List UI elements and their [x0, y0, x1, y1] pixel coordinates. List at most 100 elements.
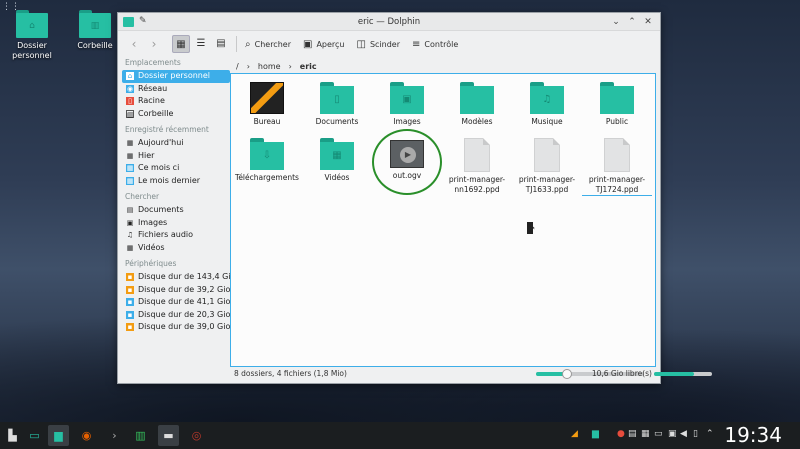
- network-icon: ◉: [126, 84, 134, 93]
- record-tray-icon[interactable]: ●: [617, 429, 625, 439]
- sidebar-item-disk[interactable]: ▪ Disque dur de 143,4 Gio: [122, 271, 235, 284]
- sidebar-section-title: Chercher: [125, 192, 160, 201]
- breadcrumb: / › home › eric: [232, 58, 656, 74]
- folder-tray-icon[interactable]: ▆: [592, 429, 599, 439]
- sidebar-section-title: Périphériques: [125, 259, 177, 268]
- sidebar-item-label: Le mois dernier: [138, 175, 201, 185]
- sidebar-item-disk[interactable]: ▪ Disque dur de 41,1 Gio: [122, 296, 230, 309]
- documents-folder-icon: ▯: [320, 82, 354, 114]
- expand-tray-icon[interactable]: ⌃: [706, 429, 714, 439]
- file-name: Public: [605, 117, 629, 126]
- sidebar-item-disk[interactable]: ▪ Disque dur de 39,0 Gio: [122, 321, 230, 334]
- toolbar-divider: [236, 36, 237, 52]
- clipboard-tray-icon[interactable]: ▤: [628, 429, 637, 439]
- file-name: print-manager-TJ1633.ppd: [518, 175, 576, 194]
- minimize-icon[interactable]: ⌃: [626, 16, 638, 28]
- breadcrumb-root[interactable]: /: [236, 62, 239, 71]
- file-item-downloads[interactable]: ⇩ Téléchargements: [232, 138, 302, 183]
- app-tray-icon[interactable]: ◢: [571, 429, 578, 439]
- sidebar-item-disk[interactable]: ▪ Disque dur de 39,2 Gio: [122, 284, 230, 297]
- sidebar-item-network[interactable]: ◉ Réseau: [122, 83, 230, 96]
- firefox-icon[interactable]: ◉: [76, 425, 97, 446]
- close-icon[interactable]: ✕: [642, 16, 654, 28]
- breadcrumb-current[interactable]: eric: [300, 62, 317, 71]
- annotation-circle: [372, 129, 442, 195]
- file-item-bureau[interactable]: Bureau: [232, 82, 302, 127]
- zoom-slider-handle[interactable]: [562, 369, 572, 379]
- keyboard-tray-icon[interactable]: ▦: [641, 429, 650, 439]
- file-item-public[interactable]: Public: [582, 82, 652, 127]
- file-name: Images: [393, 117, 421, 126]
- compact-view-button[interactable]: ☰: [192, 35, 210, 53]
- toolbar: ‹ › ▦ ☰ ▤ ⌕ Chercher ▣ Aperçu ◫ Scinder ≡ Co…: [118, 31, 660, 57]
- file-item-ppd[interactable]: print-manager-nn1692.ppd: [442, 138, 512, 195]
- downloads-folder-icon: ⇩: [250, 138, 284, 170]
- sidebar-item-images[interactable]: ▣ Images: [122, 217, 230, 230]
- sidebar-item-label: Disque dur de 143,4 Gio: [138, 272, 236, 281]
- video-icon: ▦: [126, 243, 134, 252]
- sidebar-item-root[interactable]: ▯ Racine: [122, 95, 230, 108]
- public-folder-icon: [600, 82, 634, 114]
- root-folder-icon: ▯: [126, 97, 134, 105]
- file-item-videos[interactable]: ▦ Vidéos: [302, 138, 372, 183]
- window-menu-icon[interactable]: ⌄: [610, 16, 622, 28]
- control-button[interactable]: ≡ Contrôle: [408, 34, 462, 54]
- hard-disk-icon: ▪: [126, 323, 134, 331]
- music-icon: ♫: [126, 231, 134, 239]
- file-view[interactable]: Bureau ▯ Documents ▣ Images Modèles ♫ Mu…: [230, 73, 656, 367]
- file-item-music[interactable]: ♫ Musique: [512, 82, 582, 127]
- search-button[interactable]: ⌕ Chercher: [241, 34, 295, 54]
- free-space-text: 10,6 Gio libre(s): [591, 369, 652, 378]
- file-item-images[interactable]: ▣ Images: [372, 82, 442, 127]
- file-item-ppd[interactable]: print-manager-TJ1633.ppd: [512, 138, 582, 195]
- sidebar-item-videos[interactable]: ▦ Vidéos: [122, 242, 230, 255]
- ppd-file-icon: [534, 138, 560, 172]
- sidebar-item-disk[interactable]: ▪ Disque dur de 20,3 Gio: [122, 309, 230, 322]
- display-tray-icon[interactable]: ▭: [654, 429, 663, 439]
- details-view-button[interactable]: ▤: [212, 35, 230, 53]
- sidebar-item-audio[interactable]: ♫ Fichiers audio: [122, 229, 230, 242]
- videos-folder-icon: ▦: [320, 138, 354, 170]
- preview-icon: ▣: [302, 38, 313, 50]
- ppd-file-icon: [464, 138, 490, 172]
- forward-button[interactable]: ›: [144, 34, 164, 54]
- sidebar-item-today[interactable]: ▦ Aujourd'hui: [122, 137, 230, 150]
- file-item-templates[interactable]: Modèles: [442, 82, 512, 127]
- title-bar[interactable]: ✎ eric — Dolphin ⌄ ⌃ ✕: [118, 13, 660, 31]
- sidebar-item-trash[interactable]: ▥ Corbeille: [122, 108, 230, 121]
- file-name: Téléchargements: [235, 173, 299, 182]
- hard-disk-icon: ▪: [126, 310, 134, 319]
- file-item-documents[interactable]: ▯ Documents: [302, 82, 372, 127]
- battery-icon[interactable]: ▯: [693, 429, 698, 439]
- desktop-icon-home[interactable]: ⌂ Dossier personnel: [4, 10, 60, 61]
- sidebar-section-title: Enregistré récemment: [125, 125, 209, 134]
- volume-icon[interactable]: ◀: [680, 429, 687, 439]
- sidebar-item-last-month[interactable]: ▦ Le mois dernier: [122, 175, 230, 188]
- desktop-pager-icon[interactable]: ▭: [24, 425, 45, 446]
- terminal-icon[interactable]: ›: [104, 425, 125, 446]
- free-space-bar: [654, 372, 712, 376]
- split-button[interactable]: ◫ Scinder: [353, 34, 405, 54]
- hard-disk-icon: ▪: [126, 273, 134, 281]
- dolphin-taskbar-icon[interactable]: ▆: [48, 425, 69, 446]
- clock[interactable]: 19:34: [724, 423, 782, 447]
- mouse-cursor-icon: [527, 222, 535, 234]
- window-switcher-icon[interactable]: ▬: [158, 425, 179, 446]
- application-launcher-icon[interactable]: ▙: [2, 425, 23, 446]
- sidebar-item-home[interactable]: ⌂ Dossier personnel: [122, 70, 230, 83]
- breadcrumb-home[interactable]: home: [258, 62, 281, 71]
- sidebar-item-this-month[interactable]: ▦ Ce mois ci: [122, 162, 230, 175]
- sidebar-item-documents[interactable]: ▤ Documents: [122, 204, 230, 217]
- back-button[interactable]: ‹: [124, 34, 144, 54]
- icons-view-button[interactable]: ▦: [172, 35, 190, 53]
- desktop-icon-trash[interactable]: ▥ Corbeille: [67, 10, 123, 51]
- preview-button[interactable]: ▣ Aperçu: [299, 34, 349, 54]
- file-name: Vidéos: [324, 173, 350, 182]
- manjaro-settings-icon[interactable]: ▥: [130, 425, 151, 446]
- sidebar-item-yesterday[interactable]: ▦ Hier: [122, 150, 230, 163]
- screen-recorder-icon[interactable]: ◎: [186, 425, 207, 446]
- home-folder-icon: ⌂: [16, 10, 48, 38]
- updates-tray-icon[interactable]: ▣: [668, 429, 677, 439]
- file-name: Documents: [315, 117, 359, 126]
- file-item-ppd[interactable]: print-manager-TJ1724.ppd: [582, 138, 652, 196]
